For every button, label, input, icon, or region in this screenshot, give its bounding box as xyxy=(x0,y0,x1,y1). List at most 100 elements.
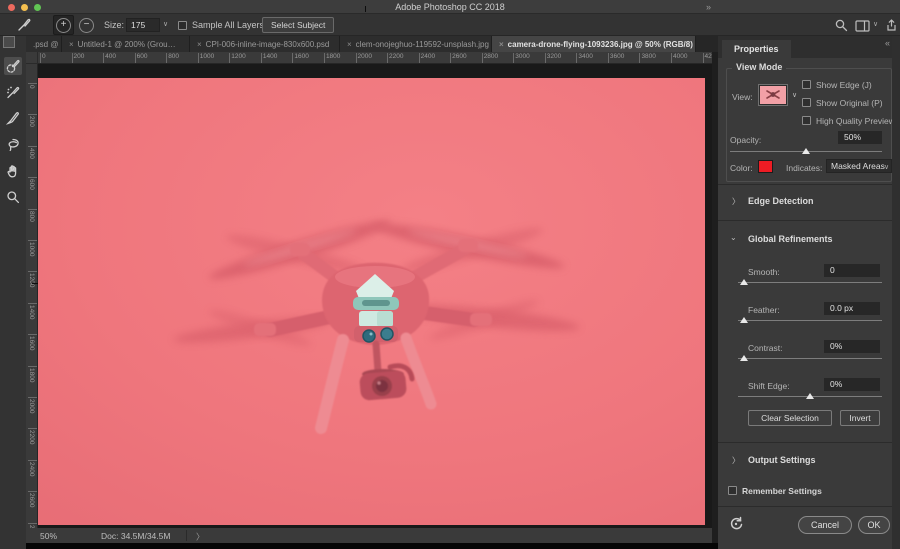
quick-selection-tool-button[interactable] xyxy=(4,57,22,75)
high-quality-preview-label: High Quality Preview xyxy=(816,116,895,126)
feather-slider[interactable] xyxy=(738,317,882,323)
indicates-chevron-icon[interactable]: ∨ xyxy=(884,163,889,171)
vertical-ruler[interactable]: 0 200 400 600 800 1000 1200 1400 1600 1800 2000 220… xyxy=(26,64,38,528)
workspace-chevron-icon[interactable]: ∨ xyxy=(873,20,878,28)
add-to-selection-button[interactable]: + xyxy=(56,18,71,33)
select-and-mask-toolbar xyxy=(0,36,26,549)
shift-edge-label: Shift Edge: xyxy=(748,381,790,391)
photoshop-window: Adobe Photoshop CC 2018 + − Size: 175 ∨ … xyxy=(0,0,900,549)
color-label: Color: xyxy=(730,163,753,173)
canvas-area[interactable]: dji xyxy=(38,64,712,528)
opacity-value-field[interactable]: 50% xyxy=(838,131,882,144)
lasso-tool-button[interactable] xyxy=(4,135,22,153)
ruler-label: 400 xyxy=(103,53,116,63)
feather-label: Feather: xyxy=(748,305,780,315)
search-icon[interactable] xyxy=(834,18,850,34)
global-refinements-header[interactable]: Global Refinements xyxy=(748,234,833,244)
horizontal-ruler[interactable]: 0 200 400 600 800 1000 1200 1400 1600 1800 2000 220… xyxy=(38,52,712,64)
shift-edge-slider-thumb[interactable] xyxy=(806,393,814,399)
global-refinements-disclosure-icon[interactable]: ⌄ xyxy=(730,233,737,242)
properties-panel: Properties « View Mode View: ∨ Show Edge… xyxy=(718,36,900,549)
close-tab-icon[interactable]: × xyxy=(347,40,352,49)
smooth-value-field[interactable]: 0 xyxy=(824,264,880,277)
tab-document-2[interactable]: × Untitled-1 @ 200% (Grou… xyxy=(62,36,190,52)
tab-document-1[interactable]: .psd @ … xyxy=(26,36,62,52)
smooth-slider[interactable] xyxy=(738,279,882,285)
invert-button[interactable]: Invert xyxy=(840,410,880,426)
shift-edge-value-field[interactable]: 0% xyxy=(824,378,880,391)
brush-size-input[interactable]: 175 xyxy=(126,18,160,32)
panel-edge xyxy=(892,36,900,549)
tab-document-4[interactable]: × clem-onojeghuo-119592-unsplash.jpg xyxy=(340,36,492,52)
close-tab-icon[interactable]: × xyxy=(499,40,504,49)
select-subject-button[interactable]: Select Subject xyxy=(262,17,335,33)
ruler-label: 1000 xyxy=(197,53,215,63)
share-icon[interactable] xyxy=(884,18,900,34)
tab-label: clem-onojeghuo-119592-unsplash.jpg xyxy=(355,39,489,49)
tab-label: .psd @ … xyxy=(33,39,61,49)
clear-selection-button[interactable]: Clear Selection xyxy=(748,410,832,426)
status-chevron-icon[interactable]: 〉 xyxy=(196,531,205,543)
ruler-label: 2800 xyxy=(481,53,499,63)
section-divider xyxy=(718,506,900,507)
ruler-label: 3800 xyxy=(639,53,656,63)
feather-slider-thumb[interactable] xyxy=(740,317,748,323)
shift-edge-slider[interactable] xyxy=(738,393,882,399)
contrast-value-field[interactable]: 0% xyxy=(824,340,880,353)
opacity-label: Opacity: xyxy=(730,135,762,145)
show-original-label: Show Original (P) xyxy=(816,98,883,108)
indicates-label: Indicates: xyxy=(786,163,823,173)
drone-image-with-mask-overlay[interactable]: dji xyxy=(38,78,705,525)
ruler-label: 4200 xyxy=(702,53,712,63)
contrast-slider-thumb[interactable] xyxy=(740,355,748,361)
sample-all-layers-checkbox[interactable] xyxy=(178,21,187,30)
feather-value-field[interactable]: 0.0 px xyxy=(824,302,880,315)
mini-drone-icon xyxy=(766,90,780,99)
contrast-slider[interactable] xyxy=(738,355,882,361)
refine-edge-brush-tool-button[interactable] xyxy=(4,83,22,101)
ok-button[interactable]: OK xyxy=(858,516,890,534)
size-dropdown-chevron-icon[interactable]: ∨ xyxy=(163,20,168,28)
ruler-label: 1600 xyxy=(28,334,37,351)
edge-detection-header[interactable]: Edge Detection xyxy=(748,196,814,206)
tab-label: Untitled-1 @ 200% (Grou… xyxy=(77,39,176,49)
ruler-label: 1800 xyxy=(323,53,341,63)
close-tab-icon[interactable]: × xyxy=(197,40,202,49)
zoom-level[interactable]: 50% xyxy=(40,531,57,541)
workspace-layout-icon[interactable] xyxy=(855,19,871,35)
output-settings-header[interactable]: Output Settings xyxy=(748,455,816,465)
hand-tool-button[interactable] xyxy=(4,162,22,180)
edge-detection-disclosure-icon[interactable]: 〉 xyxy=(732,196,740,207)
view-mode-title: View Mode xyxy=(732,62,787,72)
reset-workspace-icon[interactable] xyxy=(728,516,744,537)
opacity-slider-thumb[interactable] xyxy=(802,148,810,154)
view-dropdown-chevron-icon[interactable]: ∨ xyxy=(792,91,797,99)
subtract-from-selection-button[interactable]: − xyxy=(79,18,94,33)
indicates-dropdown[interactable]: Masked Areas xyxy=(826,159,892,173)
collapse-panel-icon[interactable]: « xyxy=(885,38,890,48)
high-quality-preview-checkbox[interactable] xyxy=(802,116,811,125)
cancel-button[interactable]: Cancel xyxy=(798,516,852,534)
brush-tool-button[interactable] xyxy=(4,109,22,127)
view-mode-thumbnail[interactable] xyxy=(758,84,788,106)
opacity-slider[interactable] xyxy=(730,148,882,154)
mask-color-swatch[interactable] xyxy=(758,160,773,173)
properties-tab[interactable]: Properties xyxy=(722,40,791,58)
remember-settings-checkbox[interactable] xyxy=(728,486,737,495)
show-edge-checkbox[interactable] xyxy=(802,80,811,89)
close-tab-icon[interactable]: × xyxy=(69,40,74,49)
ruler-label: 2600 xyxy=(450,53,467,63)
zoom-tool-button[interactable] xyxy=(4,188,22,206)
ruler-label: 2000 xyxy=(355,53,372,63)
tab-document-3[interactable]: × CPI-006-inline-image-830x600.psd xyxy=(190,36,340,52)
ruler-label: 200 xyxy=(28,114,37,128)
tab-document-active[interactable]: × camera-drone-flying-1093236.jpg @ 50% … xyxy=(492,36,696,52)
show-original-checkbox[interactable] xyxy=(802,98,811,107)
section-divider xyxy=(718,220,900,221)
smooth-slider-thumb[interactable] xyxy=(740,279,748,285)
remember-settings-label: Remember Settings xyxy=(742,486,822,496)
ruler-label: 1400 xyxy=(260,53,278,63)
ruler-label: 2000 xyxy=(28,396,37,414)
tab-overflow-icon[interactable]: » xyxy=(706,2,711,12)
output-settings-disclosure-icon[interactable]: 〉 xyxy=(732,455,740,466)
